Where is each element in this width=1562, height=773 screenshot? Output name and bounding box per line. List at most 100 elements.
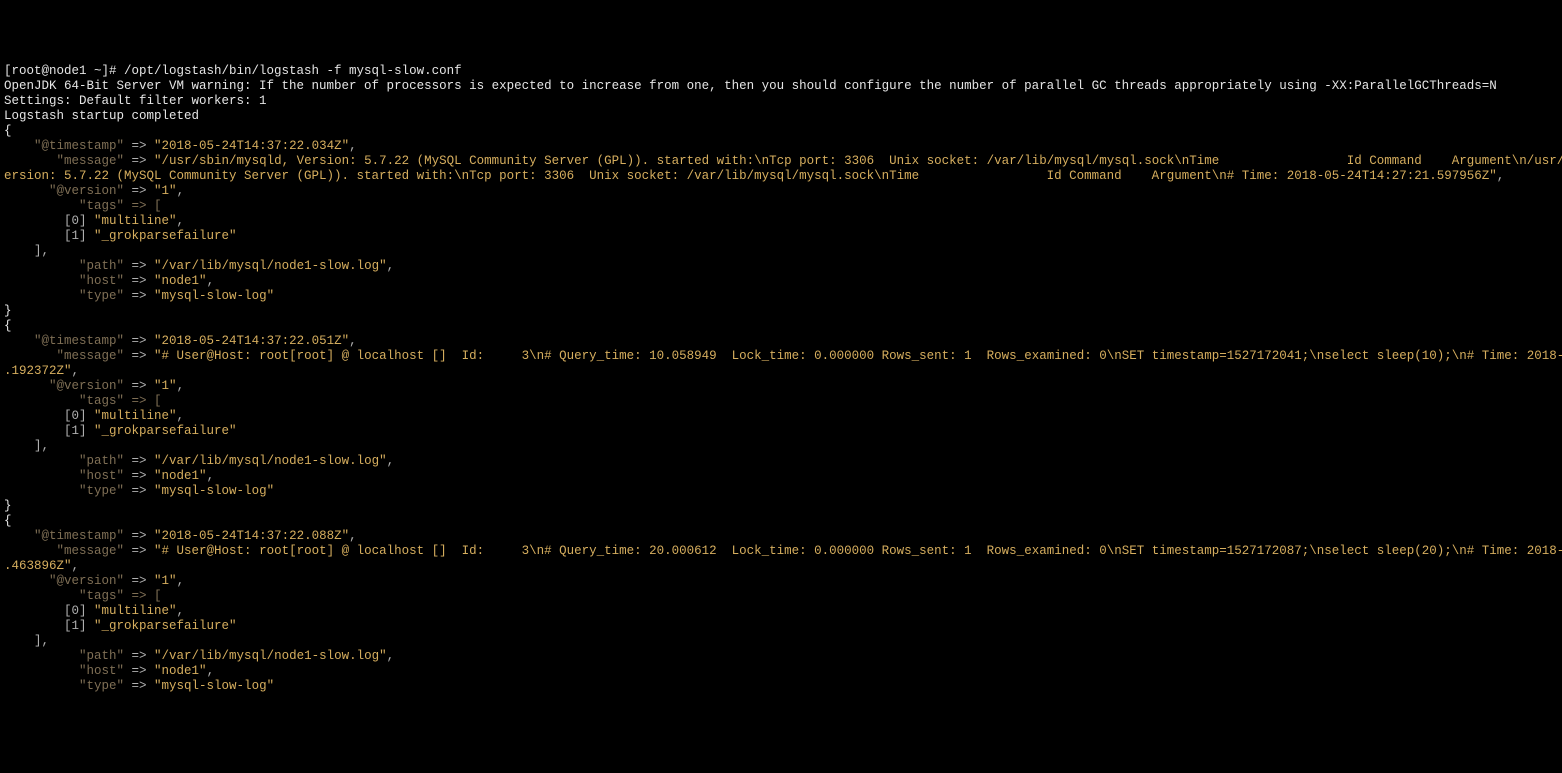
comma: , (72, 364, 80, 378)
arrow: => (124, 184, 154, 198)
val-path: "/var/lib/mysql/node1-slow.log" (154, 649, 387, 663)
val-host: "node1" (154, 469, 207, 483)
comma: , (349, 529, 357, 543)
val-message-l2: ersion: 5.7.22 (MySQL Community Server (… (4, 169, 1497, 183)
val-message-l2: .192372Z" (4, 364, 72, 378)
key-version: "@version" (4, 184, 124, 198)
prompt-line: [root@node1 ~]# /opt/logstash/bin/logsta… (4, 64, 462, 78)
key-tags-open: "tags" => [ (4, 199, 162, 213)
key-type: "type" (4, 289, 124, 303)
key-timestamp: "@timestamp" (4, 334, 124, 348)
tag-index-0: [0] (4, 604, 94, 618)
arrow: => (124, 139, 154, 153)
comma: , (177, 409, 185, 423)
arrow: => (124, 274, 154, 288)
val-timestamp: "2018-05-24T14:37:22.051Z" (154, 334, 349, 348)
val-path: "/var/lib/mysql/node1-slow.log" (154, 259, 387, 273)
val-message-l1: "# User@Host: root[root] @ localhost [] … (154, 544, 1562, 558)
comma: , (177, 604, 185, 618)
key-tags-open: "tags" => [ (4, 589, 162, 603)
comma: , (207, 664, 215, 678)
arrow: => (124, 679, 154, 693)
comma: , (177, 214, 185, 228)
val-type: "mysql-slow-log" (154, 484, 274, 498)
val-timestamp: "2018-05-24T14:37:22.088Z" (154, 529, 349, 543)
arrow: => (124, 154, 154, 168)
comma: , (177, 379, 185, 393)
key-path: "path" (4, 454, 124, 468)
val-host: "node1" (154, 274, 207, 288)
tag-index-1: [1] (4, 229, 94, 243)
val-message-l2: .463896Z" (4, 559, 72, 573)
comma: , (177, 184, 185, 198)
val-host: "node1" (154, 664, 207, 678)
settings-line: Settings: Default filter workers: 1 (4, 94, 267, 108)
arrow: => (124, 664, 154, 678)
brace-close: } (4, 304, 12, 318)
val-version: "1" (154, 379, 177, 393)
val-message-l1: "/usr/sbin/mysqld, Version: 5.7.22 (MySQ… (154, 154, 1562, 168)
key-path: "path" (4, 259, 124, 273)
terminal-output: [root@node1 ~]# /opt/logstash/bin/logsta… (4, 64, 1558, 694)
key-tags-close: ], (4, 634, 49, 648)
key-host: "host" (4, 664, 124, 678)
arrow: => (124, 379, 154, 393)
key-timestamp: "@timestamp" (4, 529, 124, 543)
val-version: "1" (154, 574, 177, 588)
comma: , (207, 469, 215, 483)
comma: , (349, 334, 357, 348)
val-timestamp: "2018-05-24T14:37:22.034Z" (154, 139, 349, 153)
comma: , (177, 574, 185, 588)
val-path: "/var/lib/mysql/node1-slow.log" (154, 454, 387, 468)
comma: , (207, 274, 215, 288)
arrow: => (124, 649, 154, 663)
key-message: "message" (4, 349, 124, 363)
arrow: => (124, 454, 154, 468)
key-timestamp: "@timestamp" (4, 139, 124, 153)
brace-open: { (4, 514, 12, 528)
comma: , (72, 559, 80, 573)
tag-index-1: [1] (4, 424, 94, 438)
arrow: => (124, 574, 154, 588)
key-type: "type" (4, 484, 124, 498)
val-version: "1" (154, 184, 177, 198)
arrow: => (124, 529, 154, 543)
brace-open: { (4, 124, 12, 138)
jvm-warning: OpenJDK 64-Bit Server VM warning: If the… (4, 79, 1497, 93)
key-version: "@version" (4, 574, 124, 588)
tag-0: "multiline" (94, 604, 177, 618)
arrow: => (124, 259, 154, 273)
key-message: "message" (4, 154, 124, 168)
comma: , (387, 454, 395, 468)
key-message: "message" (4, 544, 124, 558)
key-tags-close: ], (4, 439, 49, 453)
comma: , (387, 259, 395, 273)
arrow: => (124, 349, 154, 363)
brace-open: { (4, 319, 12, 333)
key-host: "host" (4, 274, 124, 288)
tag-1: "_grokparsefailure" (94, 619, 237, 633)
comma: , (387, 649, 395, 663)
key-version: "@version" (4, 379, 124, 393)
tag-0: "multiline" (94, 214, 177, 228)
arrow: => (124, 544, 154, 558)
comma: , (1497, 169, 1505, 183)
startup-line: Logstash startup completed (4, 109, 199, 123)
key-tags-open: "tags" => [ (4, 394, 162, 408)
tag-index-0: [0] (4, 409, 94, 423)
val-message-l1: "# User@Host: root[root] @ localhost [] … (154, 349, 1562, 363)
arrow: => (124, 484, 154, 498)
val-type: "mysql-slow-log" (154, 289, 274, 303)
key-host: "host" (4, 469, 124, 483)
tag-1: "_grokparsefailure" (94, 424, 237, 438)
tag-index-1: [1] (4, 619, 94, 633)
key-path: "path" (4, 649, 124, 663)
comma: , (349, 139, 357, 153)
arrow: => (124, 289, 154, 303)
val-type: "mysql-slow-log" (154, 679, 274, 693)
key-type: "type" (4, 679, 124, 693)
tag-0: "multiline" (94, 409, 177, 423)
brace-close: } (4, 499, 12, 513)
arrow: => (124, 469, 154, 483)
arrow: => (124, 334, 154, 348)
